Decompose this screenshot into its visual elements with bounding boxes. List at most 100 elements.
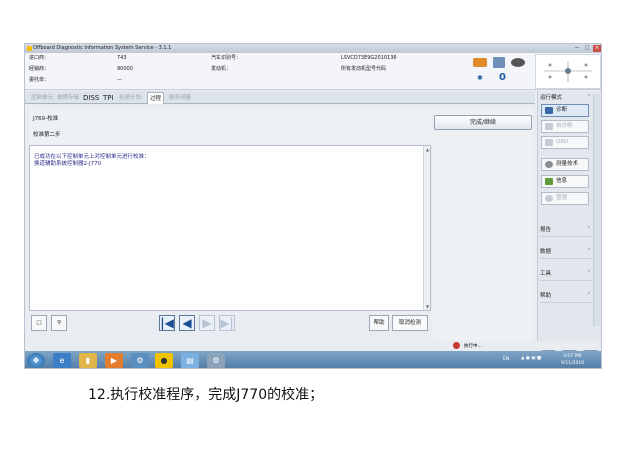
scroll-up-icon[interactable]: ▲ [425, 147, 430, 152]
app-logo-icon [27, 46, 32, 51]
network-app-icon[interactable]: ▤ [181, 353, 199, 368]
sidebar-section-help[interactable]: 帮助 ˇ [540, 289, 592, 303]
tab-test-plan[interactable]: 检测计划 [117, 92, 143, 104]
sidebar-item-obd[interactable]: OBD [541, 136, 589, 149]
first-step-icon[interactable]: |◀ [159, 315, 175, 331]
maximize-button[interactable]: □ [583, 45, 591, 52]
sidebar-item-label: 自诊断 [556, 123, 573, 129]
section-label: 报告 [540, 227, 552, 233]
sidebar-item-admin[interactable]: 管理 [541, 192, 589, 205]
section-label: 工具 [540, 271, 552, 277]
previous-step-icon[interactable]: ◀ [179, 315, 195, 331]
importer-label: 进口商： [29, 55, 50, 61]
chevron-down-icon: ˇ [587, 249, 591, 255]
sidebar-item-label: OBD [556, 139, 569, 145]
status-text: 执行中... [464, 344, 482, 349]
sidebar-section-data[interactable]: 数据 ˇ [540, 245, 592, 259]
app-screenshot: Offboard Diagnostic Information System S… [24, 43, 602, 369]
message-line-2: 换道辅助系统控制器2-J770 [34, 161, 102, 167]
action-pane [433, 108, 533, 348]
mode-header[interactable]: 运行模式 ˆ [540, 93, 592, 103]
message-area: 已成功在以下控制单元上对控制单元进行校准： 换道辅助系统控制器2-J770 ▲ … [29, 145, 431, 311]
tab-fault-memory[interactable]: 故障存储 [55, 92, 81, 104]
step-caption: 12.执行校准程序，完成J770的校准； [88, 387, 324, 403]
folder-icon[interactable]: ▮ [79, 353, 97, 368]
next-step-icon[interactable]: ▶ [199, 315, 215, 331]
mode-header-label: 运行模式 [540, 95, 563, 101]
sidebar-item-info[interactable]: 信息 [541, 175, 589, 188]
tab-control-units[interactable]: 控制单元 [29, 92, 55, 104]
tab-tpi[interactable]: TPI [101, 92, 116, 104]
car-network-icon [544, 61, 592, 82]
dealer-label: 经销商： [29, 66, 50, 72]
section-label: 数据 [540, 249, 552, 255]
chevron-up-icon: ˆ [587, 95, 591, 101]
step-subtitle: 校准第二步 [33, 132, 61, 138]
stop-icon [453, 342, 460, 349]
clock-time[interactable]: 3:07 PM [563, 354, 581, 359]
chevron-down-icon: ˇ [587, 227, 591, 233]
chevron-down-icon: ˇ [587, 271, 591, 277]
sidebar-item-diagnosis[interactable]: 诊断 [541, 104, 589, 117]
sidebar-item-self-diagnosis[interactable]: 自诊断 [541, 120, 589, 133]
settings-app-icon[interactable]: ⚙ [207, 353, 225, 368]
cancel-test-button[interactable]: 取消检测 [392, 315, 428, 331]
sidebar-item-label: 管理 [556, 195, 568, 201]
last-step-icon[interactable]: ▶| [219, 315, 235, 331]
scroll-down-icon[interactable]: ▼ [425, 304, 430, 309]
message-count-badge: 0 [499, 72, 506, 83]
obd-icon [545, 139, 553, 146]
probe-icon [511, 58, 525, 67]
odis-icon[interactable]: ● [155, 353, 173, 368]
dealer-value: 90000 [117, 66, 133, 72]
engine-value: 所有发动机型号代码 [341, 66, 387, 72]
media-player-icon[interactable]: ▶ [105, 353, 123, 368]
info-icon [545, 178, 553, 185]
step-title: J769-校准 [33, 116, 59, 122]
close-button[interactable]: × [593, 45, 601, 52]
windows-taskbar: ❖ e ▮ ▶ ⚙ ● ▤ ⚙ EN ▲ ● ▣ ■ 3:07 PM 9/11/… [25, 351, 601, 368]
start-button[interactable]: ❖ [27, 353, 45, 368]
language-indicator[interactable]: EN [503, 357, 509, 362]
tab-diss[interactable]: DISS [81, 92, 101, 104]
clock-date[interactable]: 9/11/2016 [561, 361, 584, 366]
minimize-button[interactable]: — [573, 45, 581, 52]
message-scrollbar[interactable]: ▲ ▼ [423, 146, 430, 310]
order-value: — [117, 77, 122, 83]
truck-icon [473, 58, 487, 67]
sidebar-section-report[interactable]: 报告 ˇ [540, 223, 592, 237]
section-label: 帮助 [540, 293, 552, 299]
importer-value: 743 [117, 55, 127, 61]
ie-icon[interactable]: e [53, 353, 71, 368]
vin-value: LSVCD73E9G2010136 [341, 55, 397, 61]
tab-service-measure[interactable]: 服务测量 [167, 92, 193, 104]
bluetooth-icon: ✱ [477, 74, 483, 82]
sidebar-section-tools[interactable]: 工具 ˇ [540, 267, 592, 281]
sidebar-scrollbar[interactable] [593, 94, 600, 326]
chevron-down-icon: ˇ [587, 293, 591, 299]
window-title: Offboard Diagnostic Information System S… [33, 45, 172, 51]
vehicle-info-bar: 进口商： 743 经销商： 90000 委托单： — 汽车识别号： LSVCD7… [25, 53, 601, 90]
tab-process[interactable]: 过程 [147, 92, 165, 104]
engine-label: 发动机： [211, 66, 232, 72]
tool-icon[interactable]: ⚙ [131, 353, 149, 368]
tab-bar: 控制单元 故障存储 DISS TPI 检测计划 过程 服务测量 [25, 91, 535, 104]
zoom-icon[interactable]: ⚲ [51, 315, 67, 331]
window-titlebar: Offboard Diagnostic Information System S… [25, 44, 601, 53]
step-header: J769-校准 校准第二步 [29, 108, 431, 144]
complete-continue-button[interactable]: 完成/继续 [434, 115, 532, 130]
meter-icon [545, 161, 553, 168]
vin-label: 汽车识别号： [211, 55, 242, 61]
status-icons: ✱ 0 [471, 56, 531, 88]
network-icon [493, 57, 505, 68]
vehicle-diagram [535, 54, 601, 89]
status-bar: 执行中... [25, 341, 535, 351]
sidebar-item-label: 信息 [556, 178, 568, 184]
document-icon[interactable]: □ [31, 315, 47, 331]
car-icon [545, 123, 553, 130]
sidebar-item-measurement[interactable]: 测量技术 [541, 158, 589, 171]
admin-icon [545, 195, 553, 202]
sidebar-item-label: 测量技术 [556, 161, 579, 167]
tray-icons[interactable]: ▲ ● ▣ ■ [521, 356, 541, 361]
help-button[interactable]: 帮助 [369, 315, 389, 331]
